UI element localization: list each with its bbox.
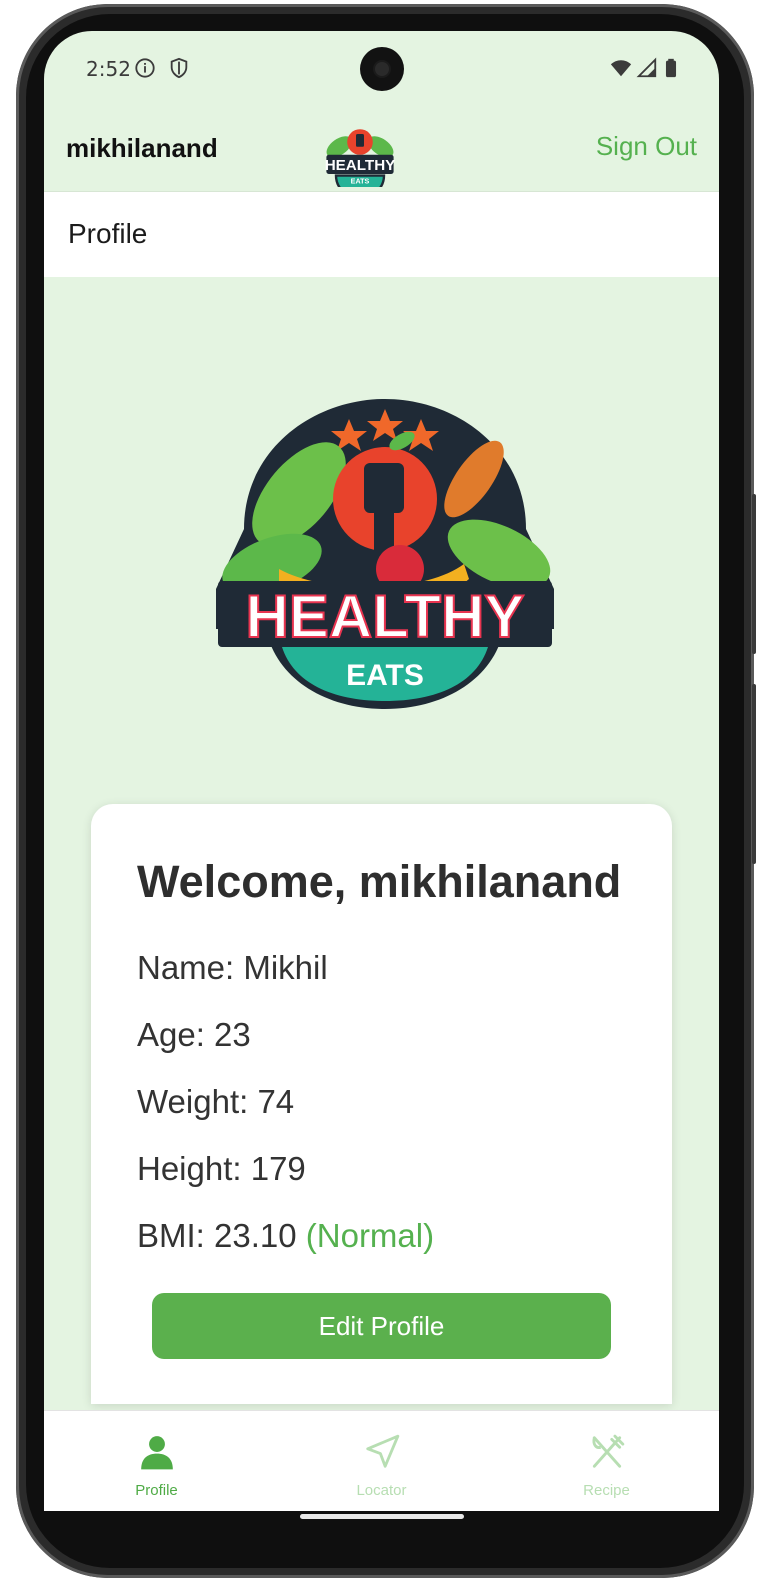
profile-age: Age: 23	[137, 1016, 251, 1053]
home-indicator[interactable]	[300, 1514, 464, 1519]
healthy-eats-logo-small: HEALTHY EATS	[325, 129, 396, 187]
logo-text: HEALTHY	[246, 583, 525, 650]
status-bar: 2:52	[44, 31, 719, 109]
nav-label-profile: Profile	[135, 1482, 178, 1499]
person-icon	[141, 1436, 173, 1470]
healthy-eats-logo: HEALTHY EATS	[216, 399, 554, 709]
welcome-heading: Welcome, mikhilanand	[137, 856, 622, 907]
volume-button	[752, 684, 756, 864]
sign-out-button[interactable]: Sign Out	[596, 131, 697, 162]
bottom-navigation: Profile Locator Recipe	[44, 1410, 719, 1511]
profile-weight: Weight: 74	[137, 1083, 295, 1120]
nav-tab-locator[interactable]: Locator	[269, 1411, 494, 1511]
logo-small-text: HEALTHY	[325, 157, 396, 174]
power-button	[752, 494, 756, 654]
nav-label-recipe: Recipe	[583, 1482, 630, 1499]
profile-height: Height: 179	[137, 1150, 306, 1187]
app-screen: 2:52 mikhilanand HEALTHY EATS Sign Out P…	[44, 31, 719, 1511]
signal-icon	[636, 57, 657, 78]
header-username: mikhilanand	[66, 133, 218, 163]
profile-bmi-row: BMI: 23.10 (Normal)	[137, 1217, 434, 1255]
navigation-arrow-icon	[366, 1434, 400, 1468]
battery-icon	[665, 58, 677, 78]
front-camera	[360, 47, 404, 91]
nav-tab-recipe[interactable]: Recipe	[494, 1411, 719, 1511]
page-title-bar: Profile	[44, 191, 719, 277]
status-time: 2:52	[86, 57, 131, 81]
edit-profile-button[interactable]: Edit Profile	[152, 1293, 611, 1359]
nav-tab-profile[interactable]: Profile	[44, 1411, 269, 1511]
profile-bmi: BMI: 23.10	[137, 1217, 297, 1254]
logo-subtext: EATS	[346, 659, 424, 692]
profile-name: Name: Mikhil	[137, 949, 328, 986]
wifi-icon	[610, 60, 632, 77]
shield-icon	[170, 57, 188, 79]
profile-card: Welcome, mikhilanand Name: Mikhil Age: 2…	[91, 804, 672, 1404]
logo-small-subtext: EATS	[351, 177, 370, 186]
fork-knife-icon	[592, 1434, 625, 1468]
bmi-status: (Normal)	[305, 1217, 435, 1254]
app-header: mikhilanand HEALTHY EATS Sign Out	[44, 109, 719, 191]
info-icon	[135, 58, 155, 78]
page-title: Profile	[68, 218, 148, 249]
nav-label-locator: Locator	[356, 1482, 407, 1499]
